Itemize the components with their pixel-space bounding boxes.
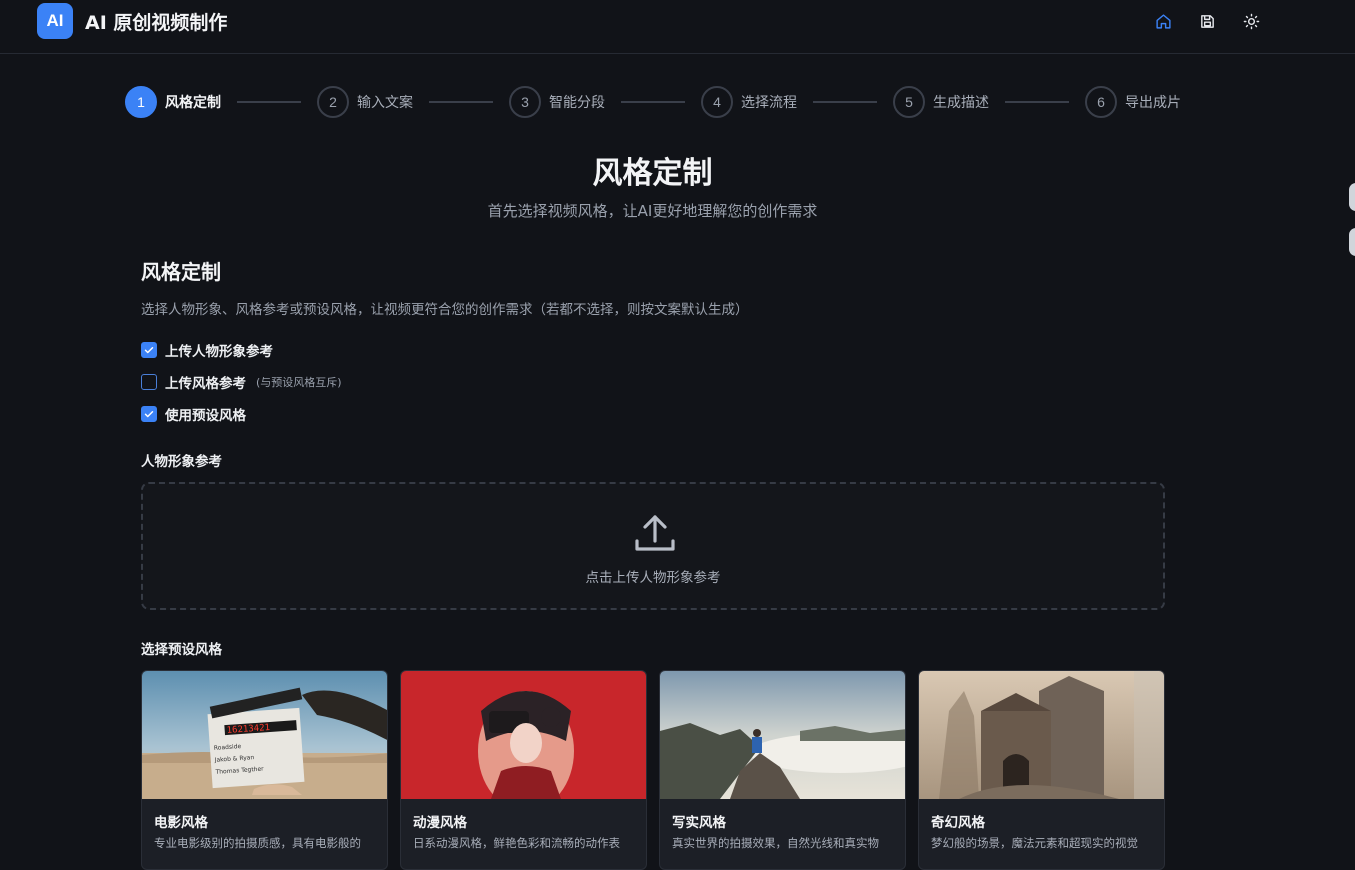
page-title: 风格定制 (592, 156, 713, 191)
option-note: (与预设风格互斥) (256, 376, 342, 389)
step-connector (429, 101, 493, 103)
cinematic-thumbnail: 16213421 Roadside Jakob & Ryan Thomas Te… (142, 671, 387, 799)
card-description: 梦幻般的场景，魔法元素和超现实的视觉 (931, 836, 1138, 850)
option-label: 使用预设风格 (165, 408, 246, 424)
home-icon[interactable] (1152, 10, 1174, 32)
option-character-ref[interactable]: 上传人物形象参考 (141, 341, 273, 360)
side-edge-handle[interactable] (1349, 228, 1355, 256)
check-icon (144, 411, 154, 418)
step-number: 6 (1085, 86, 1117, 118)
app-header: AI AI 原创视频制作 (0, 0, 1355, 54)
style-card-anime[interactable]: 动漫风格 日系动漫风格，鲜艳色彩和流畅的动作表 (400, 670, 647, 870)
style-card-fantasy[interactable]: 奇幻风格 梦幻般的场景，魔法元素和超现实的视觉 (918, 670, 1165, 870)
step-2[interactable]: 2 输入文案 (317, 86, 413, 118)
step-number: 5 (893, 86, 925, 118)
step-3[interactable]: 3 智能分段 (509, 86, 605, 118)
step-label: 输入文案 (357, 95, 413, 111)
page-subtitle: 首先选择视频风格，让AI更好地理解您的创作需求 (487, 202, 818, 220)
anime-thumbnail (401, 671, 646, 799)
card-title: 写实风格 (672, 815, 726, 831)
step-number: 4 (701, 86, 733, 118)
section-description: 选择人物形象、风格参考或预设风格，让视频更符合您的创作需求（若都不选择，则按文案… (141, 302, 749, 318)
card-title: 动漫风格 (413, 815, 467, 831)
fantasy-thumbnail (919, 671, 1164, 799)
step-number: 1 (125, 86, 157, 118)
app-logo[interactable]: AI (37, 3, 73, 39)
step-connector (621, 101, 685, 103)
step-label: 生成描述 (933, 95, 989, 111)
preset-title: 选择预设风格 (141, 642, 222, 658)
character-ref-title: 人物形象参考 (141, 454, 222, 470)
card-description: 专业电影级别的拍摄质感，具有电影般的 (154, 836, 361, 850)
option-label: 上传风格参考 (165, 376, 246, 392)
step-number: 3 (509, 86, 541, 118)
check-icon (144, 347, 154, 354)
app-title: AI 原创视频制作 (85, 12, 228, 34)
option-style-ref[interactable]: 上传风格参考 (与预设风格互斥) (141, 373, 342, 392)
checkbox-checked[interactable] (141, 406, 157, 422)
save-icon[interactable] (1196, 10, 1218, 32)
checkbox-checked[interactable] (141, 342, 157, 358)
card-description: 日系动漫风格，鲜艳色彩和流畅的动作表 (413, 836, 620, 850)
checkbox-unchecked[interactable] (141, 374, 157, 390)
option-preset-style[interactable]: 使用预设风格 (141, 405, 246, 424)
step-label: 智能分段 (549, 95, 605, 111)
step-1[interactable]: 1 风格定制 (125, 86, 221, 118)
step-label: 选择流程 (741, 95, 797, 111)
step-label: 风格定制 (165, 95, 221, 111)
upload-text: 点击上传人物形象参考 (585, 570, 721, 586)
card-description: 真实世界的拍摄效果，自然光线和真实物 (672, 836, 879, 850)
side-edge-handle[interactable] (1349, 183, 1355, 211)
step-number: 2 (317, 86, 349, 118)
card-title: 电影风格 (154, 815, 208, 831)
character-upload-dropzone[interactable]: 点击上传人物形象参考 (141, 482, 1165, 610)
style-card-cinematic[interactable]: 16213421 Roadside Jakob & Ryan Thomas Te… (141, 670, 388, 870)
step-connector (1005, 101, 1069, 103)
card-title: 奇幻风格 (931, 815, 985, 831)
step-label: 导出成片 (1125, 95, 1181, 111)
step-6[interactable]: 6 导出成片 (1085, 86, 1181, 118)
option-label: 上传人物形象参考 (165, 344, 273, 360)
realistic-thumbnail (660, 671, 905, 799)
step-5[interactable]: 5 生成描述 (893, 86, 989, 118)
upload-icon (635, 515, 675, 551)
step-connector (813, 101, 877, 103)
sun-icon[interactable] (1240, 10, 1262, 32)
step-connector (237, 101, 301, 103)
step-4[interactable]: 4 选择流程 (701, 86, 797, 118)
section-title: 风格定制 (141, 260, 221, 284)
style-card-realistic[interactable]: 写实风格 真实世界的拍摄效果，自然光线和真实物 (659, 670, 906, 870)
